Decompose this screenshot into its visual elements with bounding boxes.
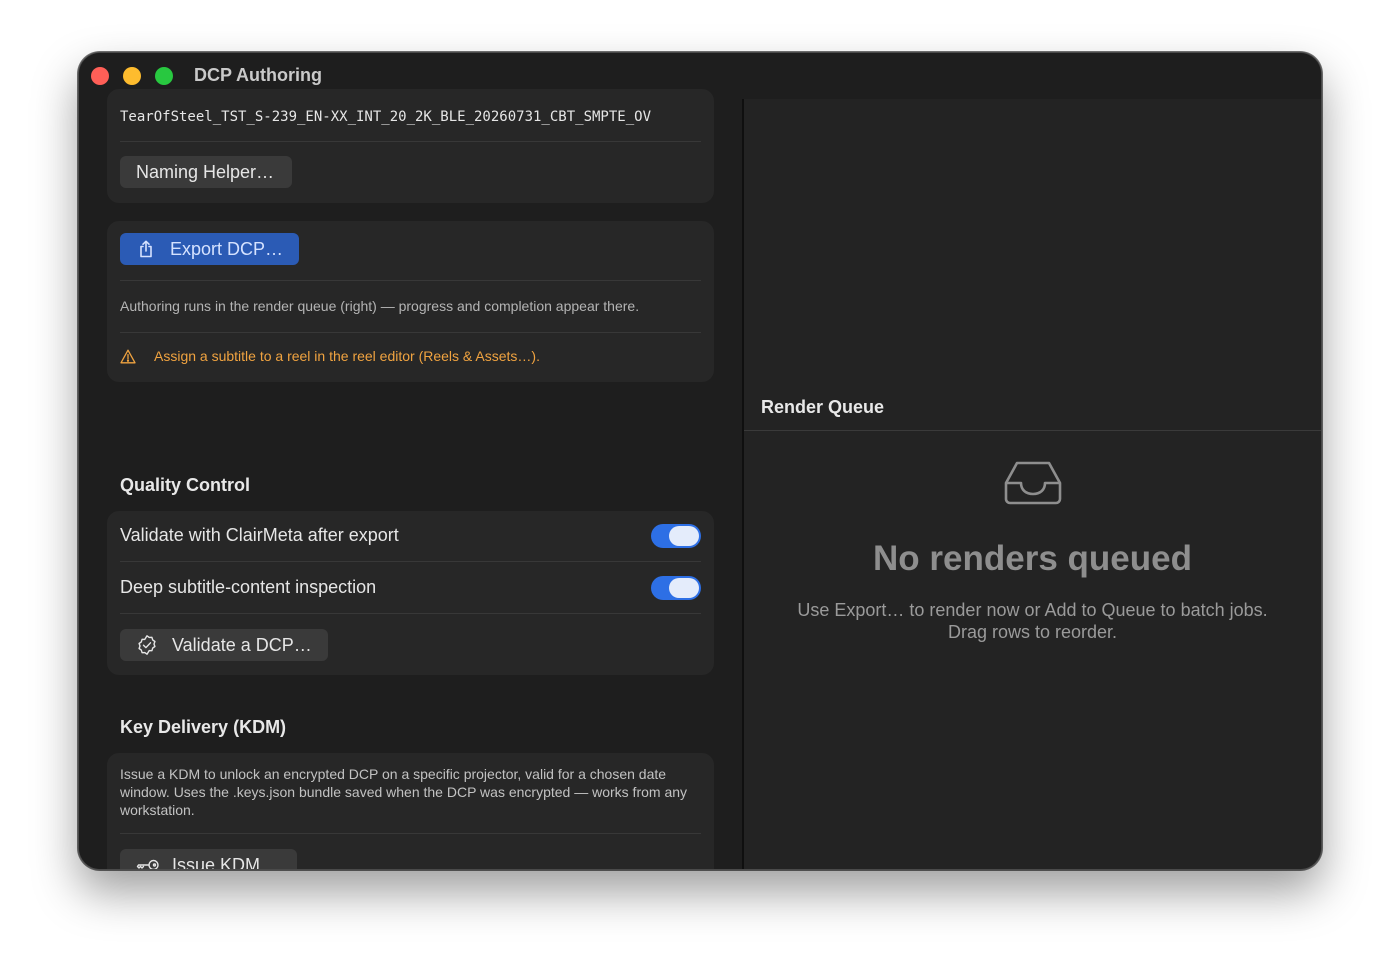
kdm-card: Issue a KDM to unlock an encrypted DCP o…: [107, 753, 714, 870]
export-card: Export DCP… Authoring runs in the render…: [107, 221, 714, 382]
issue-kdm-button[interactable]: Issue KDM…: [120, 849, 297, 870]
app-window: DCP Authoring TearOfSteel_TST_S-239_EN-X…: [78, 52, 1322, 870]
subtitle-warning: Assign a subtitle to a reel in the reel …: [120, 348, 540, 364]
render-queue-pane: Render Queue No renders queued Use Expor…: [744, 99, 1321, 869]
clairmeta-validate-label: Validate with ClairMeta after export: [120, 525, 399, 545]
clairmeta-validate-toggle[interactable]: [651, 524, 701, 548]
kdm-heading: Key Delivery (KDM): [120, 717, 287, 737]
zoom-window-button[interactable]: [155, 67, 173, 85]
naming-helper-button[interactable]: Naming Helper…: [120, 156, 292, 188]
issue-kdm-label: Issue KDM…: [172, 854, 279, 870]
quality-control-heading: Quality Control: [120, 475, 250, 495]
tray-icon: [1003, 461, 1063, 510]
checkmark-seal-icon: [136, 635, 160, 655]
minimize-window-button[interactable]: [123, 67, 141, 85]
empty-state-line-1: Use Export… to render now or Add to Queu…: [797, 600, 1268, 620]
subtitle-warning-text: Assign a subtitle to a reel in the reel …: [154, 348, 540, 364]
quality-control-card: Validate with ClairMeta after export Dee…: [107, 511, 714, 675]
deep-subtitle-inspection-toggle[interactable]: [651, 576, 701, 600]
deep-subtitle-inspection-label: Deep subtitle-content inspection: [120, 577, 377, 597]
empty-state-title: No renders queued: [873, 539, 1192, 578]
export-dcp-label: Export DCP…: [169, 238, 283, 259]
warning-icon: [120, 349, 136, 363]
export-dcp-button[interactable]: Export DCP…: [120, 233, 299, 265]
render-queue-title: Render Queue: [761, 397, 885, 417]
naming-card: TearOfSteel_TST_S-239_EN-XX_INT_20_2K_BL…: [107, 89, 714, 203]
settings-pane: TearOfSteel_TST_S-239_EN-XX_INT_20_2K_BL…: [79, 89, 742, 870]
validate-dcp-button[interactable]: Validate a DCP…: [120, 629, 328, 661]
render-queue-note: Authoring runs in the render queue (righ…: [120, 298, 640, 314]
dcp-filename: TearOfSteel_TST_S-239_EN-XX_INT_20_2K_BL…: [120, 109, 652, 125]
empty-state-message: Use Export… to render now or Add to Queu…: [744, 599, 1321, 643]
naming-helper-label: Naming Helper…: [136, 161, 275, 182]
close-window-button[interactable]: [91, 67, 109, 85]
validate-dcp-label: Validate a DCP…: [172, 634, 312, 655]
key-icon: [136, 855, 160, 869]
share-icon: [136, 239, 158, 259]
empty-state-line-2: Drag rows to reorder.: [947, 622, 1118, 642]
kdm-description: Issue a KDM to unlock an encrypted DCP o…: [120, 766, 688, 818]
window-title: DCP Authoring: [194, 65, 322, 85]
